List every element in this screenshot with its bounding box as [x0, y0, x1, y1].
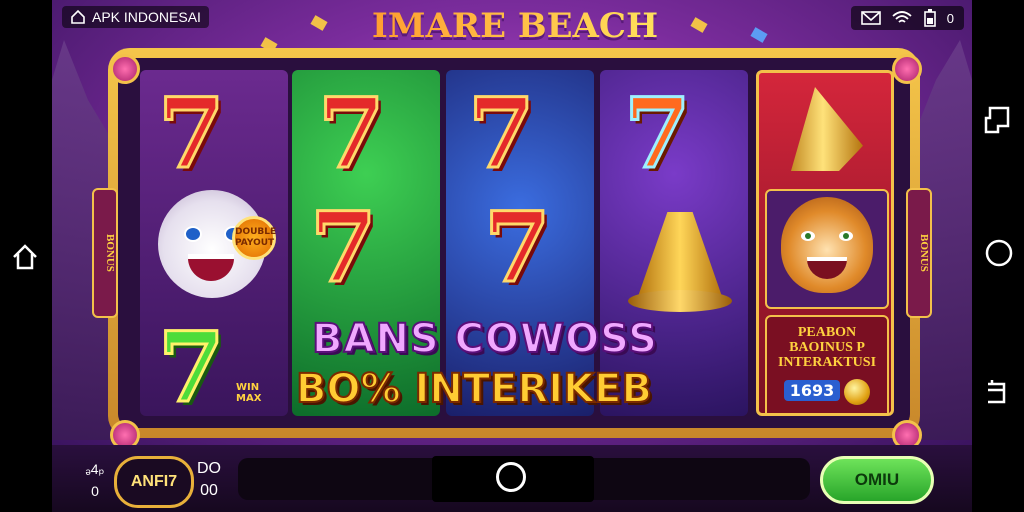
symbol-seven: 7: [467, 77, 537, 190]
status-bar: 0: [850, 6, 964, 30]
side-plaque-right: BONUS: [906, 188, 932, 318]
sparkle: [750, 27, 768, 43]
auto-button[interactable]: ANFI7: [114, 456, 194, 508]
symbol-seven: 7: [483, 191, 553, 304]
sparkle: [690, 17, 708, 33]
reel-1: 7 DOUBLE PAYOUT 7 WIN MAX: [140, 70, 288, 416]
spin-button[interactable]: OMIU: [820, 456, 934, 504]
bonus-panel[interactable]: PEABON BAOINUS P INTERAKTUSI 1693: [765, 315, 889, 413]
symbol-bell-base: [628, 290, 732, 312]
frame-stud: [892, 54, 922, 84]
system-nav-right: [972, 0, 1024, 512]
win-info: DO 00: [196, 458, 222, 502]
coin-icon: [844, 378, 871, 405]
bonus-line-1: PEABON: [797, 325, 857, 340]
symbol-seven: 7: [157, 77, 227, 190]
brand-badge: APK INDONESAI: [62, 6, 209, 28]
home-icon[interactable]: [8, 240, 42, 274]
win-value: 00: [200, 482, 218, 499]
bet-label: ₔ4ₚ: [85, 461, 105, 477]
circle-home-icon[interactable]: [984, 238, 1014, 268]
status-value: 0: [946, 10, 954, 26]
symbol-seven: 7: [317, 77, 387, 190]
battery-icon: [923, 9, 936, 27]
side-plaque-left: BONUS: [92, 188, 118, 318]
mail-icon: [860, 11, 881, 25]
back-icon[interactable]: [984, 378, 1014, 408]
bonus-number: 1693: [783, 380, 841, 401]
win-label: DO: [197, 460, 221, 477]
symbol-seven-green: 7: [157, 311, 227, 416]
bet-value: 0: [91, 483, 99, 499]
payout-badge: DOUBLE PAYOUT: [232, 216, 276, 260]
symbol-seven-orange: 7: [623, 77, 693, 190]
symbol-lion-frame: [765, 189, 889, 309]
sparkle: [310, 15, 328, 31]
recent-apps-icon[interactable]: [982, 104, 1014, 134]
home-outline-icon: [71, 9, 85, 24]
promo-banner-line-2: BO% INTERIKEB: [295, 365, 653, 413]
symbol-seven: 7: [309, 191, 379, 304]
home-circle-icon[interactable]: [496, 462, 526, 492]
system-nav-left: [0, 0, 52, 512]
symbol-bell: [791, 87, 863, 171]
wifi-icon: [892, 11, 912, 23]
symbol-lion: [781, 197, 873, 293]
promo-banner-line-1: BANS COWOSS: [311, 315, 658, 363]
reel-5: PEABON BAOINUS P INTERAKTUSI 1693: [756, 70, 894, 416]
seven-label: WIN MAX: [236, 382, 262, 404]
bet-info: ₔ4ₚ 0: [80, 458, 110, 502]
frame-stud: [110, 54, 140, 84]
bonus-line-2: BAOINUS P: [789, 340, 865, 355]
brand-label: APK INDONESAI: [92, 9, 201, 25]
game-title: IMARE BEACH: [360, 6, 670, 54]
bonus-line-3: INTERAKTUSI: [777, 355, 877, 370]
